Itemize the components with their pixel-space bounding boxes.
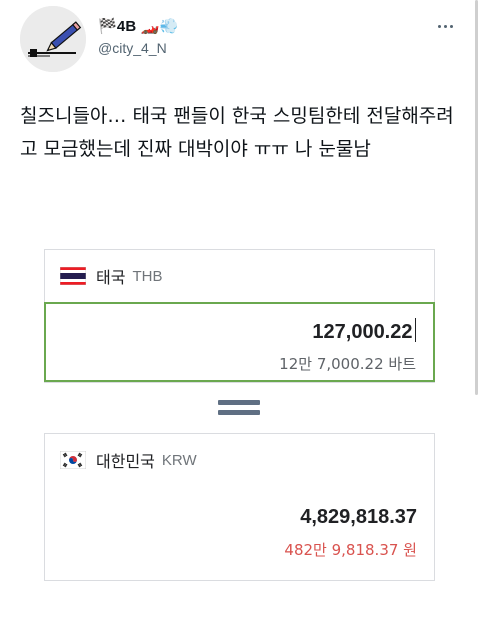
to-currency-selector[interactable]: 대한민국 KRW [45, 434, 434, 486]
equals-icon[interactable] [218, 396, 260, 418]
from-currency-selector[interactable]: 태국 THB [45, 250, 434, 302]
more-options-icon[interactable] [430, 16, 460, 36]
from-currency-name: 태국 [96, 268, 126, 287]
input-amount-words: 12만 7,000.22 바트 [279, 355, 416, 373]
text-caret [414, 318, 416, 342]
input-amount-value: 127,000.22 [312, 321, 413, 343]
user-handle[interactable]: @city_4_N [98, 40, 167, 56]
to-currency-card: 대한민국 KRW 4,829,818.37 482만 9,818.37 원 [44, 433, 435, 581]
amount-input[interactable]: 127,000.22 12만 7,000.22 바트 [44, 302, 435, 382]
to-currency-name: 대한민국 [96, 452, 155, 471]
thailand-flag-icon [60, 267, 86, 285]
from-currency-card: 태국 THB 127,000.22 12만 7,000.22 바트 [44, 249, 435, 383]
scrollbar[interactable] [475, 0, 478, 395]
tweet-text: 칠즈니들아… 태국 팬들이 한국 스밍팀한테 전달해주려고 모금했는데 진짜 대… [20, 105, 454, 160]
display-name[interactable]: 🏁4B 🏎️💨 [98, 17, 179, 35]
to-currency-code: KRW [161, 451, 197, 469]
converted-amount-value: 4,829,818.37 [300, 506, 417, 528]
currency-converter: 태국 THB 127,000.22 12만 7,000.22 바트 대한민국 K… [44, 249, 435, 581]
avatar[interactable] [20, 6, 86, 72]
pencil-drawing-icon [20, 6, 86, 72]
converted-amount-words: 482만 9,818.37 원 [284, 541, 417, 559]
from-currency-code: THB [132, 267, 163, 285]
south-korea-flag-icon [60, 451, 86, 469]
tweet-header: 🏁4B 🏎️💨 @city_4_N [20, 6, 460, 72]
